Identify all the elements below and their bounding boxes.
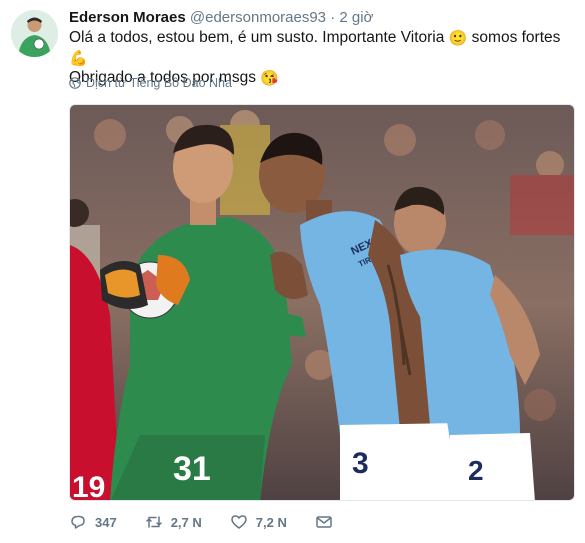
tweet-card[interactable]: Ederson Moraes @edersonmoraes93 · 2 giờ … [0,0,585,543]
globe-icon [69,77,81,89]
avatar[interactable] [11,10,58,57]
dm-icon [316,516,332,528]
jersey-number-19: 19 [72,471,105,501]
like-count: 7,2 N [255,514,287,530]
like-button[interactable]: 7,2 N [230,513,287,531]
retweet-button[interactable]: 2,7 N [145,513,202,531]
reply-count: 347 [95,514,117,530]
jersey-number-31: 31 [173,450,211,488]
author-name[interactable]: Ederson Moraes [69,9,186,26]
tweet-header: Ederson Moraes @edersonmoraes93 · 2 giờ [69,8,373,28]
like-icon [231,515,247,529]
reply-icon [71,515,85,529]
translate-label[interactable]: Dịch từ Tiếng Bồ Đào Nha [86,76,232,90]
tweet-text-line1: Olá a todos, estou bem, é um susto. Impo… [69,29,445,46]
muscle-emoji: 💪 [69,50,88,67]
tweet-text-line1-tail: somos fortes [471,29,561,46]
smile-emoji: 🙂 [448,30,468,47]
translate-link[interactable]: Dịch từ Tiếng Bồ Đào Nha [69,76,232,90]
author-handle[interactable]: @edersonmoraes93 [190,9,326,26]
dm-button[interactable] [315,513,333,531]
separator-dot: · [330,9,336,26]
tweet-timestamp[interactable]: 2 giờ [339,9,373,26]
jersey-number-2: 2 [468,455,484,486]
retweet-icon [145,516,162,528]
retweet-count: 2,7 N [170,514,202,530]
tweet-photo[interactable]: 19 31 NEXEN TIRE 3 2 [69,104,575,501]
tweet-actions: 347 2,7 N 7,2 N [69,513,361,531]
kiss-emoji: 😘 [260,70,279,87]
reply-button[interactable]: 347 [69,513,117,531]
jersey-number-3: 3 [352,447,369,480]
